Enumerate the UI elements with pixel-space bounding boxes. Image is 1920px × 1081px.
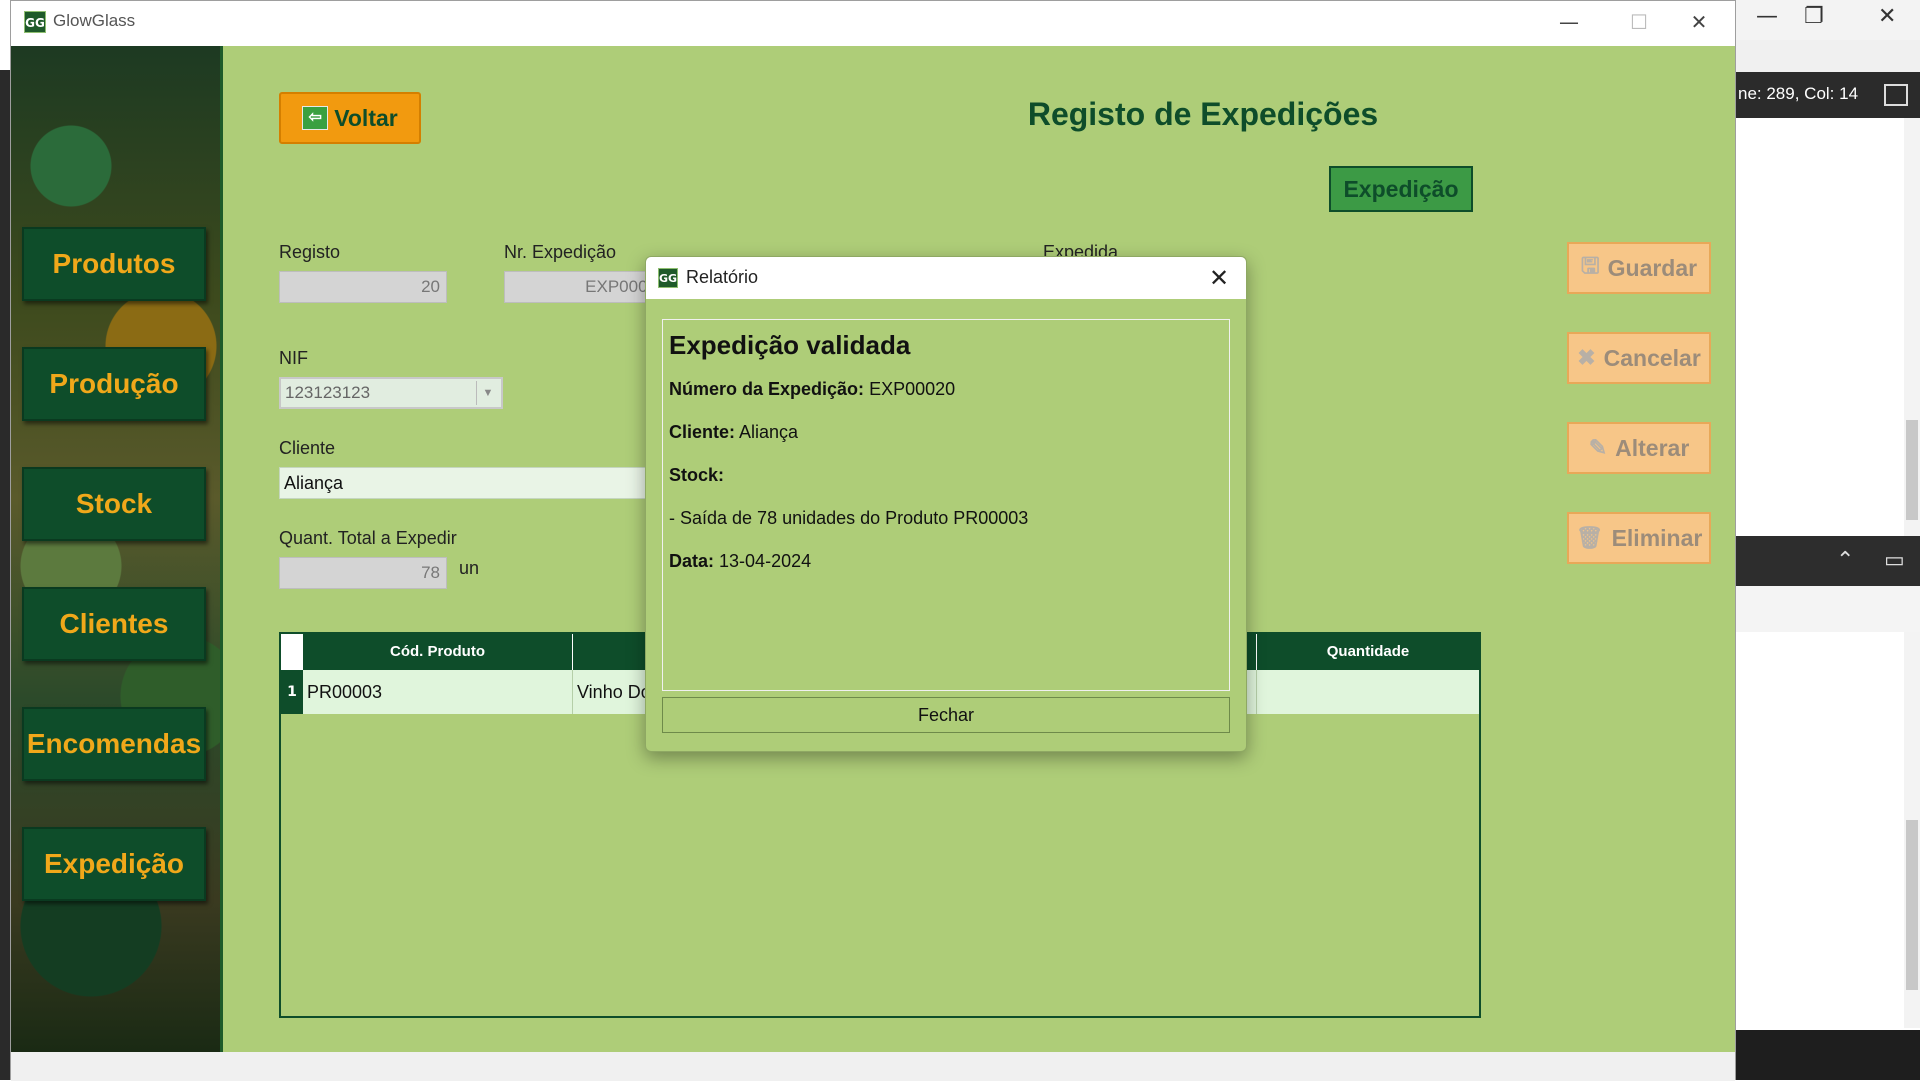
arrow-left-icon: ⇦ xyxy=(302,106,329,130)
save-icon: 🖫 xyxy=(1580,253,1600,278)
back-button-label: Voltar xyxy=(334,104,398,131)
background-window-titlebar: — ❐ ✕ xyxy=(1736,0,1920,40)
desktop-edge xyxy=(0,70,10,1080)
sidebar-item-stock[interactable]: Stock xyxy=(22,467,206,541)
column-header-quantidade[interactable]: Quantidade xyxy=(1257,634,1479,670)
dialog-app-icon: GG xyxy=(658,268,678,288)
close-icon[interactable]: ✕ xyxy=(1878,4,1896,29)
background-bottom-bar xyxy=(1736,1030,1920,1080)
report-stock-label: Stock: xyxy=(669,465,725,485)
back-button[interactable]: ⇦ Voltar xyxy=(279,92,421,144)
report-stock-detail: - Saída de 78 unidades do Produto PR0000… xyxy=(669,508,1029,528)
nif-combobox[interactable]: 123123123 ▼ xyxy=(279,377,503,409)
dialog-titlebar: GG Relatório ✕ xyxy=(646,257,1246,299)
background-scrollbar-thumb-2[interactable] xyxy=(1906,820,1918,990)
cell-quantidade[interactable] xyxy=(1257,670,1479,714)
background-scrollbar-thumb[interactable] xyxy=(1906,420,1918,520)
eliminar-label: Eliminar xyxy=(1611,524,1703,551)
table-corner[interactable] xyxy=(281,634,303,670)
cursor-position-status: ne: 289, Col: 14 xyxy=(1738,84,1859,103)
report-cliente-value: Aliança xyxy=(739,422,799,442)
report-cliente-label: Cliente: xyxy=(669,422,736,442)
nif-label: NIF xyxy=(279,348,308,368)
app-logo-icon: GG xyxy=(24,11,46,33)
window-titlebar: GG GlowGlass — ☐ ✕ xyxy=(11,1,1735,45)
dialog-close-icon[interactable]: ✕ xyxy=(1202,261,1236,295)
nif-value: 123123123 xyxy=(285,383,371,402)
eliminar-button[interactable]: 🗑 Eliminar xyxy=(1567,512,1711,564)
cliente-label: Cliente xyxy=(279,438,336,458)
chevron-up-icon[interactable]: ⌃ xyxy=(1836,548,1854,573)
maximize-button[interactable]: ☐ xyxy=(1619,7,1659,37)
restore-icon[interactable]: ❐ xyxy=(1804,4,1824,29)
registo-label: Registo xyxy=(279,242,341,262)
collapse-panel-icon[interactable]: ▭ xyxy=(1884,548,1905,573)
sidebar-item-clientes[interactable]: Clientes xyxy=(22,587,206,661)
background-editor-panel xyxy=(1736,118,1904,536)
report-dialog: GG Relatório ✕ Expedição validada Número… xyxy=(645,256,1247,752)
sidebar: Produtos Produção Stock Clientes Encomen… xyxy=(11,46,223,1052)
quant-total-field[interactable]: 78 xyxy=(279,557,447,589)
registo-field[interactable]: 20 xyxy=(279,271,447,303)
sidebar-item-encomendas[interactable]: Encomendas xyxy=(22,707,206,781)
report-numero-label: Número da Expedição: xyxy=(669,379,865,399)
minimize-icon[interactable]: — xyxy=(1756,4,1778,29)
guardar-button[interactable]: 🖫 Guardar xyxy=(1567,242,1711,294)
cell-codigo[interactable]: PR00003 xyxy=(303,670,573,714)
nr-expedicao-field[interactable]: EXP0002 xyxy=(504,271,664,303)
page-title: Registo de Expedições xyxy=(1027,96,1379,132)
alterar-label: Alterar xyxy=(1615,434,1690,461)
quant-total-label: Quant. Total a Expedir xyxy=(279,528,457,548)
cancel-x-icon: ✖ xyxy=(1577,345,1596,370)
report-data-label: Data: xyxy=(669,551,715,571)
background-output-panel xyxy=(1736,632,1904,1028)
chevron-down-icon[interactable]: ▼ xyxy=(476,381,499,405)
report-data-line: Data: 13-04-2024 xyxy=(669,551,1223,572)
report-text-area[interactable]: Expedição validada Número da Expedição: … xyxy=(662,319,1230,691)
fechar-button[interactable]: Fechar xyxy=(662,697,1230,733)
report-data-value: 13-04-2024 xyxy=(719,551,812,571)
cancelar-label: Cancelar xyxy=(1603,344,1701,371)
cliente-field[interactable]: Aliança xyxy=(279,467,669,499)
minimize-button[interactable]: — xyxy=(1549,7,1589,37)
row-number[interactable]: 1 xyxy=(281,670,303,714)
quant-unit-label: un xyxy=(459,558,480,578)
nr-expedicao-label: Nr. Expedição xyxy=(504,242,617,262)
report-cliente-line: Cliente: Aliança xyxy=(669,422,1223,443)
report-heading: Expedição validada xyxy=(669,330,911,360)
sidebar-item-produtos[interactable]: Produtos xyxy=(22,227,206,301)
window-title: GlowGlass xyxy=(53,11,136,30)
trash-icon: 🗑 xyxy=(1575,525,1604,550)
report-numero-line: Número da Expedição: EXP00020 xyxy=(669,379,1223,400)
window-bottom-strip xyxy=(11,1052,1735,1081)
sidebar-item-expedicao[interactable]: Expedição xyxy=(22,827,206,901)
pencil-icon: ✎ xyxy=(1588,435,1608,460)
column-header-codigo[interactable]: Cód. Produto xyxy=(303,634,573,670)
close-button[interactable]: ✕ xyxy=(1679,7,1719,37)
cancelar-button[interactable]: ✖ Cancelar xyxy=(1567,332,1711,384)
sidebar-item-producao[interactable]: Produção xyxy=(22,347,206,421)
guardar-label: Guardar xyxy=(1607,254,1698,281)
alterar-button[interactable]: ✎ Alterar xyxy=(1567,422,1711,474)
layout-icon[interactable] xyxy=(1884,84,1908,106)
report-stock-line: Stock: xyxy=(669,465,1223,486)
report-numero-value: EXP00020 xyxy=(869,379,956,399)
background-panel-strip xyxy=(1736,586,1920,632)
section-tag: Expedição xyxy=(1329,166,1473,212)
dialog-title: Relatório xyxy=(686,267,759,287)
